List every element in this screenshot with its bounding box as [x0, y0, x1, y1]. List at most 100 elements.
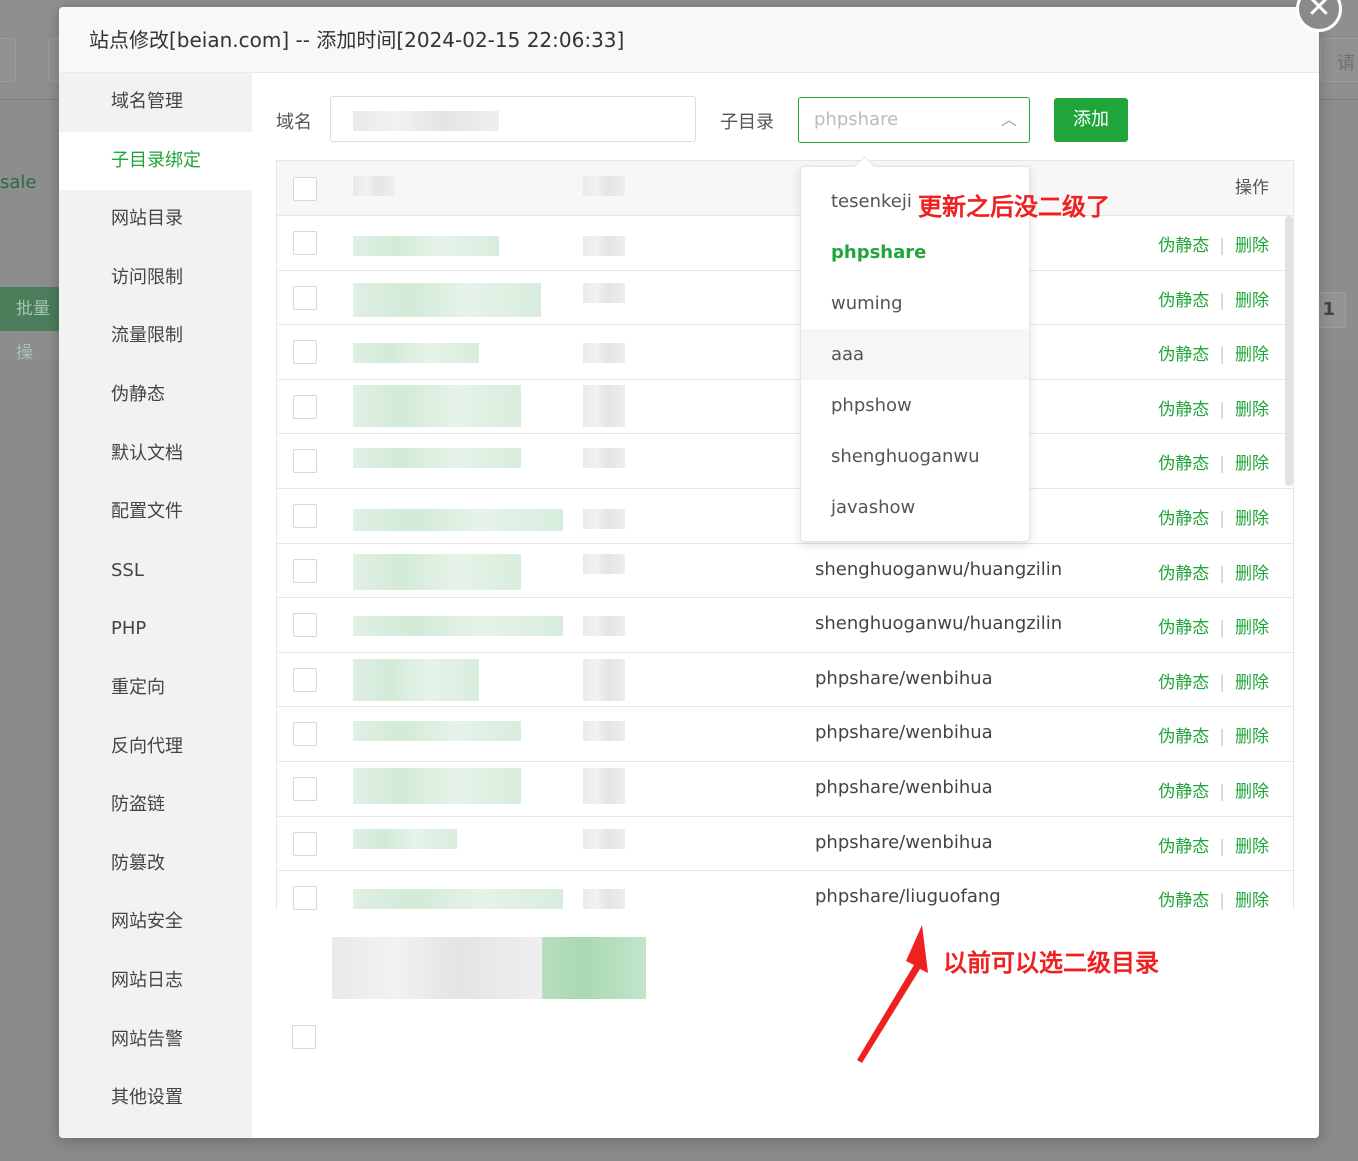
- redacted-cell: [583, 448, 625, 469]
- row-checkbox[interactable]: [293, 394, 317, 419]
- rewrite-link[interactable]: 伪静态: [1158, 509, 1209, 529]
- background-label: sale: [0, 172, 37, 193]
- delete-link[interactable]: 删除: [1235, 454, 1269, 474]
- row-subdir: phpshare/wenbihua: [815, 722, 993, 744]
- redacted-domain: [353, 508, 563, 531]
- sidebar-item-config-file[interactable]: 配置文件: [59, 483, 252, 542]
- delete-link[interactable]: 删除: [1235, 345, 1269, 365]
- row-checkbox[interactable]: [293, 340, 317, 365]
- delete-link[interactable]: 删除: [1235, 618, 1269, 638]
- domain-select[interactable]: [330, 96, 696, 142]
- delete-link[interactable]: 删除: [1235, 782, 1269, 802]
- sidebar-item-traffic-limit[interactable]: 流量限制: [59, 307, 252, 366]
- redacted-domain: [353, 616, 563, 637]
- chevron-up-icon: ︿: [1000, 110, 1017, 129]
- rewrite-link[interactable]: 伪静态: [1158, 782, 1209, 802]
- rewrite-link[interactable]: 伪静态: [1158, 236, 1209, 256]
- rewrite-link[interactable]: 伪静态: [1158, 291, 1209, 311]
- rewrite-link[interactable]: 伪静态: [1158, 727, 1209, 747]
- rewrite-link[interactable]: 伪静态: [1158, 564, 1209, 584]
- sidebar-item-site-dir[interactable]: 网站目录: [59, 190, 252, 249]
- redacted-domain: [353, 236, 499, 256]
- table-row: 伪静态 | 删除: [277, 380, 1293, 435]
- row-checkbox[interactable]: [293, 449, 317, 474]
- dialog-sidebar: 域名管理 子目录绑定 网站目录 访问限制 流量限制 伪静态 默认文档 配置文件 …: [59, 73, 252, 1138]
- row-ops: 伪静态 | 删除: [1158, 891, 1269, 910]
- row-checkbox[interactable]: [293, 285, 317, 310]
- table-row: 伪静态 | 删除: [277, 489, 1293, 544]
- row-ops: 伪静态 | 删除: [1158, 836, 1269, 857]
- sidebar-item-redirect[interactable]: 重定向: [59, 659, 252, 718]
- sidebar-item-site-security[interactable]: 网站安全: [59, 893, 252, 952]
- row-checkbox[interactable]: [293, 503, 317, 528]
- rewrite-link[interactable]: 伪静态: [1158, 618, 1209, 638]
- dropdown-option[interactable]: phpshow: [801, 380, 1029, 431]
- sidebar-item-site-log[interactable]: 网站日志: [59, 952, 252, 1011]
- sidebar-item-hotlink[interactable]: 防盗链: [59, 776, 252, 835]
- rewrite-link[interactable]: 伪静态: [1158, 837, 1209, 857]
- delete-link[interactable]: 删除: [1235, 564, 1269, 584]
- dropdown-option[interactable]: wuming: [801, 278, 1029, 329]
- redacted-cell: [583, 721, 625, 742]
- row-checkbox[interactable]: [293, 231, 317, 255]
- sidebar-item-access-limit[interactable]: 访问限制: [59, 249, 252, 308]
- row-ops: 伪静态 | 删除: [1158, 399, 1269, 420]
- delete-link[interactable]: 删除: [1235, 727, 1269, 747]
- delete-link[interactable]: 删除: [1235, 400, 1269, 420]
- sidebar-item-subdir-binding[interactable]: 子目录绑定: [59, 131, 252, 191]
- delete-link[interactable]: 删除: [1235, 291, 1269, 311]
- table-row: 伪静态 | 删除: [277, 325, 1293, 380]
- delete-link[interactable]: 删除: [1235, 509, 1269, 529]
- sidebar-item-site-alert[interactable]: 网站告警: [59, 1011, 252, 1070]
- rewrite-link[interactable]: 伪静态: [1158, 673, 1209, 693]
- add-button[interactable]: 添加: [1054, 98, 1128, 142]
- redacted-domain: [353, 721, 521, 742]
- redacted-domain: [353, 828, 457, 849]
- dropdown-option[interactable]: javashow: [801, 482, 1029, 533]
- sidebar-item-reverse-proxy[interactable]: 反向代理: [59, 718, 252, 777]
- sidebar-item-other-settings[interactable]: 其他设置: [59, 1069, 252, 1128]
- select-all-checkbox[interactable]: [293, 177, 317, 201]
- redacted-cell: [583, 508, 625, 529]
- table-row: 伪静态 | 删除: [277, 271, 1293, 326]
- row-checkbox[interactable]: [292, 1025, 316, 1049]
- sidebar-item-php[interactable]: PHP: [59, 600, 252, 659]
- row-ops: 伪静态 | 删除: [1158, 618, 1269, 639]
- table-header: 操作: [277, 161, 1293, 216]
- subdir-select[interactable]: phpshare ︿: [798, 97, 1030, 143]
- sidebar-item-domain[interactable]: 域名管理: [59, 73, 252, 132]
- row-checkbox[interactable]: [293, 558, 317, 583]
- rewrite-link[interactable]: 伪静态: [1158, 345, 1209, 365]
- sidebar-item-ssl[interactable]: SSL: [59, 542, 252, 601]
- rewrite-link[interactable]: 伪静态: [1158, 891, 1209, 910]
- redacted-domain: [353, 282, 541, 317]
- row-checkbox[interactable]: [293, 776, 317, 801]
- row-ops: 伪静态 | 删除: [1158, 345, 1269, 366]
- row-checkbox[interactable]: [293, 613, 317, 638]
- dropdown-option-selected[interactable]: phpshare: [801, 227, 1029, 278]
- redacted-cell: [583, 343, 625, 364]
- dropdown-option-hovered[interactable]: aaa: [801, 329, 1029, 380]
- sidebar-item-tamper-proof[interactable]: 防篡改: [59, 835, 252, 894]
- redacted-header: [353, 176, 395, 196]
- rewrite-link[interactable]: 伪静态: [1158, 454, 1209, 474]
- annotation-bottom: 以前可以选二级目录: [943, 949, 1159, 977]
- sidebar-item-default-doc[interactable]: 默认文档: [59, 425, 252, 484]
- rewrite-link[interactable]: 伪静态: [1158, 400, 1209, 420]
- redacted-cell: [583, 658, 625, 701]
- row-checkbox[interactable]: [293, 831, 317, 856]
- row-checkbox[interactable]: [293, 667, 317, 692]
- row-checkbox[interactable]: [293, 886, 317, 910]
- row-checkbox[interactable]: [293, 722, 317, 747]
- delete-link[interactable]: 删除: [1235, 673, 1269, 693]
- row-ops: 伪静态 | 删除: [1158, 236, 1269, 256]
- delete-link[interactable]: 删除: [1235, 837, 1269, 857]
- row-ops: 伪静态 | 删除: [1158, 290, 1269, 311]
- row-subdir: shenghuoganwu/huangzilin: [815, 613, 1063, 635]
- delete-link[interactable]: 删除: [1235, 891, 1269, 910]
- delete-link[interactable]: 删除: [1235, 236, 1269, 256]
- sidebar-item-rewrite[interactable]: 伪静态: [59, 366, 252, 425]
- redacted-domain: [353, 767, 521, 804]
- dropdown-option[interactable]: shenghuoganwu: [801, 431, 1029, 482]
- table-scrollbar[interactable]: [1285, 216, 1293, 486]
